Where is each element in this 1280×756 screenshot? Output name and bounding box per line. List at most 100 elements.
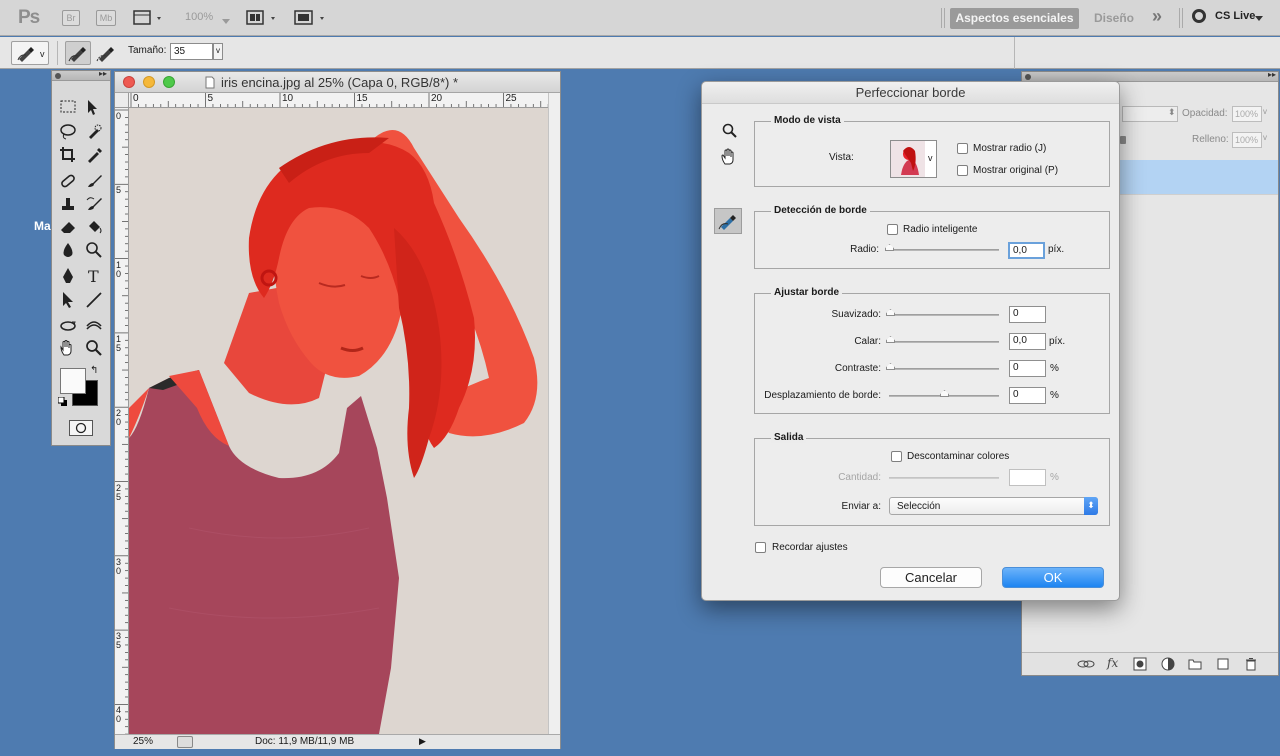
shift-edge-slider-knob[interactable] xyxy=(940,390,949,397)
arrange-documents-button[interactable] xyxy=(246,9,280,27)
clone-stamp-tool-button[interactable] xyxy=(56,193,80,215)
eraser-tool-button[interactable] xyxy=(56,216,80,238)
adjustment-layer-icon[interactable] xyxy=(1161,657,1175,671)
minimize-window-icon[interactable] xyxy=(143,76,155,88)
shift-edge-input[interactable]: 0 xyxy=(1009,387,1046,404)
lasso-tool-button[interactable] xyxy=(56,121,80,143)
default-colors-icon[interactable] xyxy=(57,396,67,406)
horizontal-ruler[interactable]: 0 5 10 15 20 25 xyxy=(129,93,548,108)
status-options-icon[interactable] xyxy=(177,736,193,748)
cs-live-menu[interactable]: CS Live xyxy=(1215,10,1255,22)
screen-mode-button[interactable] xyxy=(294,9,328,27)
quick-mask-button[interactable] xyxy=(69,420,93,436)
new-layer-icon[interactable] xyxy=(1216,657,1230,671)
feather-slider[interactable] xyxy=(886,336,999,343)
size-dropdown-icon[interactable]: v xyxy=(213,43,223,60)
layer-row-selected[interactable] xyxy=(1118,160,1278,194)
status-menu-arrow-icon[interactable]: ▶ xyxy=(419,736,426,747)
marquee-tool-button[interactable] xyxy=(56,96,80,118)
contrast-input[interactable]: 0 xyxy=(1009,360,1046,377)
view-extras-button[interactable] xyxy=(133,9,165,27)
dialog-title-bar[interactable]: Perfeccionar borde xyxy=(702,82,1119,104)
3d-rotate-tool-button[interactable] xyxy=(56,315,80,337)
hand-tool-icon[interactable] xyxy=(720,148,738,166)
shift-edge-slider[interactable] xyxy=(889,390,999,397)
bridge-button[interactable]: Br xyxy=(62,10,80,26)
show-original-checkbox[interactable] xyxy=(957,165,968,176)
fill-input[interactable]: 100% xyxy=(1232,132,1262,148)
blur-tool-button[interactable] xyxy=(56,239,80,261)
swap-colors-icon[interactable]: ↰ xyxy=(90,365,98,376)
smooth-input[interactable]: 0 xyxy=(1009,306,1046,323)
crop-tool-button[interactable] xyxy=(56,144,80,166)
more-workspaces-icon[interactable]: » xyxy=(1152,6,1162,27)
history-brush-tool-button[interactable] xyxy=(82,193,106,215)
feather-slider-knob[interactable] xyxy=(886,336,895,343)
smooth-slider-knob[interactable] xyxy=(886,309,895,316)
fill-dropdown-icon[interactable]: v xyxy=(1263,133,1267,142)
vertical-ruler[interactable]: 0 5 1 0 1 5 2 0 2 5 3 0 3 5 4 0 xyxy=(115,108,129,734)
blend-mode-select[interactable]: ⬍ xyxy=(1122,106,1178,122)
decontaminate-checkbox[interactable] xyxy=(891,451,902,462)
view-dropdown-icon[interactable]: v xyxy=(928,153,933,163)
link-layers-icon[interactable] xyxy=(1077,658,1095,670)
size-input[interactable]: 35 xyxy=(170,43,213,60)
contrast-slider[interactable] xyxy=(886,363,999,370)
workspace-essentials-tab[interactable]: Aspectos esenciales xyxy=(950,8,1079,29)
opacity-dropdown-icon[interactable]: v xyxy=(1263,107,1267,116)
layer-mask-icon[interactable] xyxy=(1133,657,1147,671)
smart-radius-checkbox[interactable] xyxy=(887,224,898,235)
workspace-design-tab[interactable]: Diseño xyxy=(1094,11,1134,25)
smooth-slider[interactable] xyxy=(886,309,999,316)
hand-tool-button[interactable] xyxy=(56,337,80,359)
zoom-tool-button[interactable] xyxy=(82,337,106,359)
healing-brush-tool-button[interactable] xyxy=(56,170,80,192)
new-group-icon[interactable] xyxy=(1188,657,1202,671)
image-canvas[interactable] xyxy=(129,108,548,734)
radius-input[interactable]: 0,0 xyxy=(1008,242,1045,259)
dodge-tool-button[interactable] xyxy=(82,239,106,261)
layer-style-icon[interactable]: fx xyxy=(1107,656,1118,670)
tools-panel-header[interactable]: ▸▸ xyxy=(52,69,110,81)
close-window-icon[interactable] xyxy=(123,76,135,88)
zoom-tool-icon[interactable] xyxy=(722,123,738,139)
ok-button[interactable]: OK xyxy=(1002,567,1104,588)
cancel-button[interactable]: Cancelar xyxy=(880,567,982,588)
ruler-origin[interactable] xyxy=(115,93,129,108)
remember-settings-checkbox[interactable] xyxy=(755,542,766,553)
contrast-slider-knob[interactable] xyxy=(886,363,895,370)
quick-selection-tool-button[interactable] xyxy=(82,121,106,143)
close-icon[interactable] xyxy=(1025,74,1031,80)
brush-tool-button[interactable] xyxy=(82,170,106,192)
opacity-input[interactable]: 100% xyxy=(1232,106,1262,122)
zoom-window-icon[interactable] xyxy=(163,76,175,88)
refine-radius-tool-button[interactable] xyxy=(65,41,91,65)
radius-slider[interactable] xyxy=(885,244,999,251)
erase-refinements-tool-button[interactable] xyxy=(94,42,118,64)
view-picker[interactable]: v xyxy=(890,140,937,178)
type-tool-button[interactable]: T xyxy=(82,265,106,287)
pen-tool-button[interactable] xyxy=(56,265,80,287)
radius-slider-knob[interactable] xyxy=(885,244,894,251)
show-radius-checkbox[interactable] xyxy=(957,143,968,154)
collapse-icon[interactable]: ▸▸ xyxy=(99,69,107,78)
paint-bucket-tool-button[interactable] xyxy=(82,216,106,238)
lock-icon[interactable] xyxy=(1120,136,1126,144)
refine-radius-tool-button[interactable] xyxy=(714,208,742,234)
send-to-select[interactable]: Selección ⬍ xyxy=(889,497,1098,515)
zoom-dropdown-icon[interactable] xyxy=(222,16,230,24)
collapse-icon[interactable]: ▸▸ xyxy=(1268,70,1276,79)
close-icon[interactable] xyxy=(55,73,61,79)
line-tool-button[interactable] xyxy=(82,289,106,311)
feather-input[interactable]: 0,0 xyxy=(1009,333,1046,350)
eyedropper-tool-button[interactable] xyxy=(82,144,106,166)
delete-layer-icon[interactable] xyxy=(1244,657,1258,671)
vertical-scrollbar[interactable] xyxy=(548,93,560,734)
tool-preset-picker[interactable]: v xyxy=(11,41,49,65)
document-title-bar[interactable]: iris encina.jpg al 25% (Capa 0, RGB/8*) … xyxy=(115,72,560,93)
dropdown-arrows-icon[interactable]: ⬍ xyxy=(1084,497,1098,515)
3d-orbit-tool-button[interactable] xyxy=(82,315,106,337)
mini-bridge-button[interactable]: Mb xyxy=(96,10,116,26)
zoom-field[interactable]: 25% xyxy=(133,736,153,747)
path-selection-tool-button[interactable] xyxy=(56,289,80,311)
